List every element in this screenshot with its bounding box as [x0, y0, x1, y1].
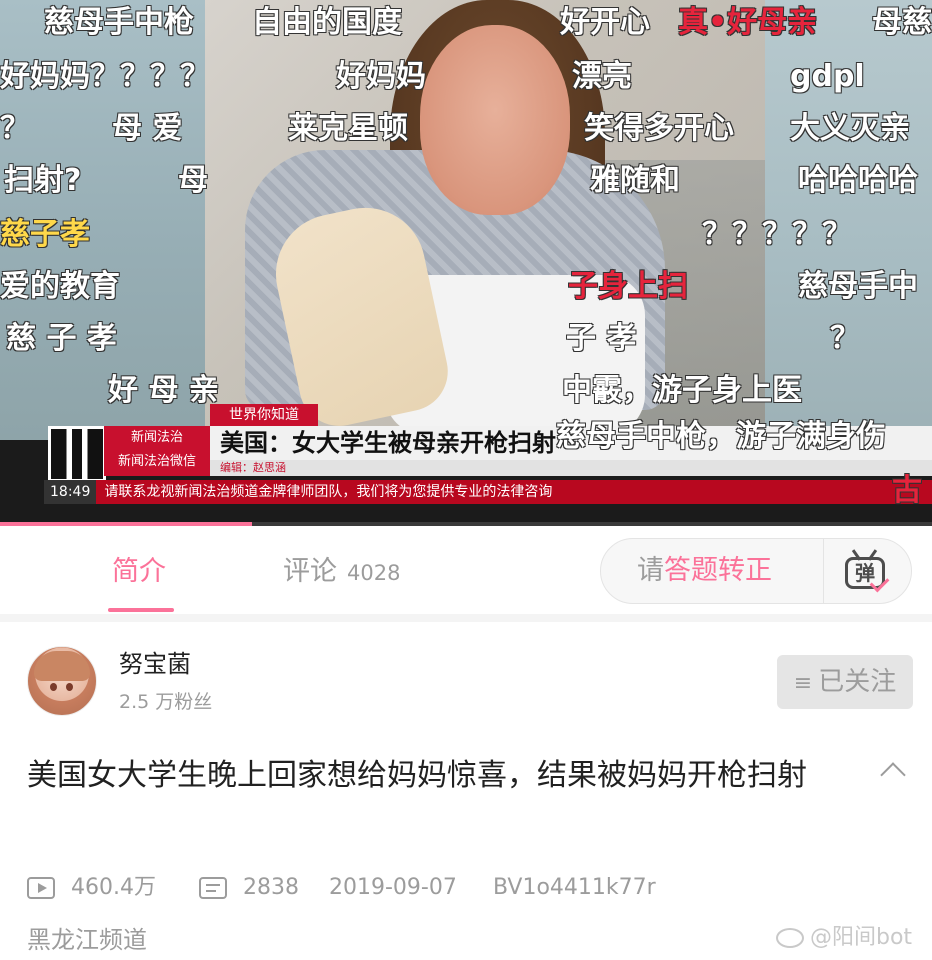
weibo-watermark: @阳间bot [776, 922, 912, 954]
danmaku-count-icon [199, 877, 227, 899]
danmaku-comment: 慈母手中枪，游子满身伤 [556, 419, 886, 454]
danmaku-comment: 大义灭亲 [790, 111, 910, 146]
danmaku-comment: 中霰，游子身上医 [562, 373, 802, 408]
danmaku-toggle-button[interactable]: 弹 [841, 547, 893, 595]
danmaku-comment: 笑得多开心 [584, 111, 734, 146]
danmaku-count: 2838 [243, 875, 299, 900]
tab-comments-label: 评论 [283, 556, 337, 587]
danmaku-comment: 好妈妈 [336, 59, 426, 94]
detail-tab-bar: 简介 评论 4028 请答题转正 弹 [0, 526, 932, 616]
danmaku-comment: 子身上扫 [568, 269, 688, 304]
danmaku-comment: 慈 子 孝 [6, 321, 117, 356]
danmaku-comment: 扫射? [4, 163, 82, 198]
danmaku-comment: 漂亮 [572, 59, 632, 94]
news-logo-line: 新闻法治 [130, 430, 183, 445]
news-channel-logo: 新闻法治 新闻法治微信 [104, 426, 210, 476]
danmaku-comment: 母慈 [872, 5, 932, 40]
news-editor-credit: 编辑：赵思涵 [210, 460, 932, 476]
watermark-text: @阳间bot [810, 925, 913, 950]
danmaku-comment: ？？？？？ [702, 217, 852, 252]
category-label[interactable]: 黑龙江频道 [27, 924, 147, 956]
danmaku-comment: 好开心 [560, 5, 650, 40]
view-count: 460.4万 [71, 875, 156, 900]
danmaku-input[interactable]: 请答题转正 弹 [600, 538, 912, 604]
video-player[interactable]: 慈母手中枪 自由的国度 好开心 真•好母亲 母慈 好妈妈？？？？ 好妈妈 漂亮 … [0, 0, 932, 526]
danmaku-comment: 真•好母亲 [678, 5, 818, 40]
danmaku-comment: 母 [178, 163, 208, 198]
follow-button-label: 已关注 [818, 667, 897, 697]
news-program-tag: 世界你知道 [210, 404, 318, 426]
danmaku-comment: 好 母 亲 [108, 373, 219, 408]
publish-date: 2019-09-07 [329, 875, 457, 900]
tab-comments-count: 4028 [347, 561, 401, 585]
uploader-avatar[interactable] [27, 646, 97, 716]
news-ticker-time: 18:49 [44, 480, 97, 504]
danmaku-comment: 自由的国度 [252, 5, 402, 40]
danmaku-comment: 莱克星顿 [288, 111, 408, 146]
news-ticker: 18:49 请联系龙视新闻法治频道金牌律师团队，我们将为您提供专业的法律咨询 [44, 480, 932, 504]
qr-code-icon [48, 426, 106, 482]
danmaku-placeholder-prefix: 请 [637, 555, 664, 586]
tab-intro-underline [108, 608, 174, 612]
danmaku-comment: gdpl [790, 59, 865, 94]
weibo-icon [776, 928, 804, 948]
danmaku-placeholder-accent: 答题转正 [664, 555, 772, 586]
chevron-up-icon[interactable] [880, 762, 906, 788]
menu-icon: ≡ [793, 671, 813, 696]
danmaku-comment: 子 孝 [566, 321, 637, 356]
danmaku-input-placeholder[interactable]: 请答题转正 [637, 553, 772, 589]
follow-button[interactable]: ≡ 已关注 [777, 655, 913, 709]
play-count-icon [27, 877, 55, 899]
danmaku-input-divider [823, 539, 824, 603]
danmaku-comment: 爱的教育 [0, 269, 120, 304]
tab-comments[interactable]: 评论 4028 [283, 554, 400, 591]
danmaku-comment: 哈哈哈哈 [798, 163, 918, 198]
danmaku-comment: 慈子孝 [0, 217, 90, 252]
bvid: BV1o4411k77r [493, 875, 656, 900]
danmaku-comment: ？ [0, 111, 30, 146]
danmaku-comment: 古 [892, 473, 922, 508]
section-divider [0, 614, 932, 622]
danmaku-comment: 慈母手中枪 [44, 5, 194, 40]
danmaku-comment: 母 爱 [112, 111, 183, 146]
news-ticker-text: 请联系龙视新闻法治频道金牌律师团队，我们将为您提供专业的法律咨询 [104, 484, 553, 500]
danmaku-comment: 好妈妈？？？？ [0, 59, 210, 94]
uploader-name[interactable]: 努宝菌 [119, 648, 191, 680]
danmaku-comment: 雅随和 [590, 163, 680, 198]
uploader-fans-count: 2.5 万粉丝 [119, 691, 213, 713]
news-logo-line: 新闻法治微信 [117, 454, 196, 469]
danmaku-comment: ？ [830, 321, 860, 356]
danmaku-comment: 慈母手中 [798, 269, 918, 304]
tab-intro[interactable]: 简介 [112, 554, 166, 590]
video-title: 美国女大学生晚上回家想给妈妈惊喜，结果被妈妈开枪扫射 [27, 758, 807, 793]
